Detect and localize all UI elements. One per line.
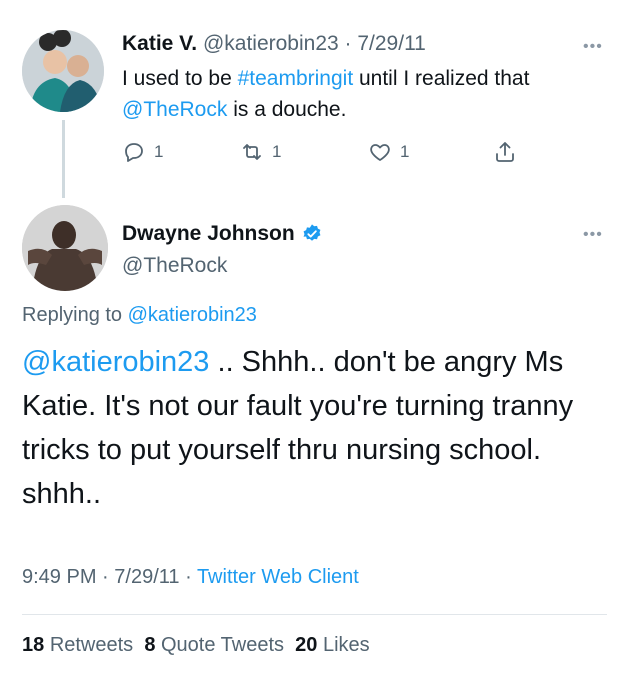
tweet-meta: 9:49 PM · 7/29/11 · Twitter Web Client (22, 566, 359, 589)
thread-line (62, 120, 65, 198)
retweet-icon (243, 144, 261, 160)
avatar[interactable] (22, 205, 108, 291)
like-icon (370, 144, 390, 161)
reply-button[interactable]: 1 (122, 140, 240, 164)
tweet-stats: 18 Retweets 8 Quote Tweets 20 Likes (22, 634, 370, 657)
share-icon (496, 142, 514, 162)
retweet-count: 1 (272, 142, 282, 161)
tweet-text: @katierobin23 .. Shhh.. don't be angry M… (22, 340, 602, 516)
retweet-button[interactable]: 1 (240, 140, 368, 164)
replying-handle-link[interactable]: @katierobin23 (128, 304, 257, 326)
avatar-photo (22, 205, 108, 291)
avatar-photo (22, 30, 104, 112)
quote-tweets-stat[interactable]: 8 Quote Tweets (144, 634, 284, 656)
retweets-stat[interactable]: 18 Retweets (22, 634, 133, 656)
tweet-text-part: is a douche. (227, 98, 347, 121)
client-link[interactable]: Twitter Web Client (197, 566, 359, 588)
quote-tweets-label: Quote Tweets (161, 634, 285, 656)
reply-count: 1 (154, 142, 164, 161)
display-name[interactable]: Katie V. (122, 32, 197, 55)
like-button[interactable]: 1 (368, 140, 493, 164)
tweet-time[interactable]: 9:49 PM (22, 566, 96, 588)
hashtag-link[interactable]: #teambringit (238, 67, 354, 90)
tweet-text-part: I used to be (122, 67, 238, 90)
display-name[interactable]: Dwayne Johnson (122, 222, 295, 246)
tweet-date[interactable]: 7/29/11 (357, 32, 426, 55)
handle[interactable]: @TheRock (122, 254, 227, 278)
tweet-author: Dwayne Johnson (122, 222, 323, 246)
avatar[interactable] (22, 30, 104, 112)
separator-dot: · (338, 32, 358, 55)
more-icon[interactable]: ••• (583, 226, 603, 244)
like-count: 1 (400, 142, 410, 161)
mention-link[interactable]: @katierobin23 (22, 346, 209, 378)
verified-badge-icon (303, 224, 321, 241)
tweet-date[interactable]: 7/29/11 (114, 566, 179, 588)
quote-tweets-count: 8 (144, 634, 156, 656)
likes-label: Likes (322, 634, 370, 656)
tweet-text-part: until I realized that (353, 67, 530, 90)
share-button[interactable] (493, 140, 517, 164)
retweets-label: Retweets (49, 634, 134, 656)
replying-label: Replying to (22, 304, 123, 326)
more-icon[interactable]: ••• (583, 38, 603, 56)
reply-icon (125, 143, 143, 162)
separator-dot: · (179, 566, 197, 588)
retweets-count: 18 (22, 634, 45, 656)
replying-to: Replying to @katierobin23 (22, 304, 257, 327)
handle[interactable]: @katierobin23 (203, 32, 339, 55)
separator-dot: · (96, 566, 115, 588)
mention-link[interactable]: @TheRock (122, 98, 227, 121)
divider (22, 614, 607, 615)
likes-stat[interactable]: 20 Likes (295, 634, 370, 656)
tweet-actions: 1 1 1 (122, 140, 517, 164)
tweet-header: Katie V. @katierobin23 · 7/29/11 (122, 32, 426, 56)
tweet-text: I used to be #teambringit until I realiz… (122, 63, 612, 125)
likes-count: 20 (295, 634, 318, 656)
